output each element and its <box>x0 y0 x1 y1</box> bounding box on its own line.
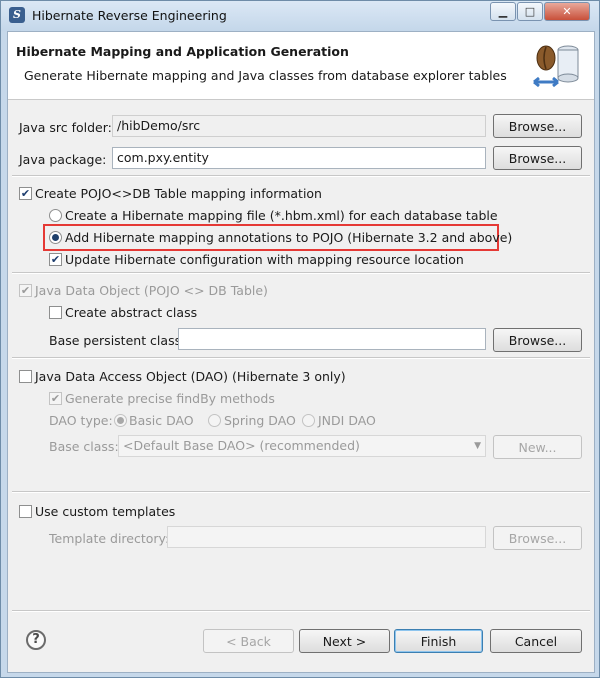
back-button[interactable]: < Back <box>203 629 294 653</box>
jndi-dao-label: JNDI DAO <box>318 413 376 428</box>
dao-base-class-combo[interactable]: <Default Base DAO> (recommended) ▼ <box>118 435 486 457</box>
coffee-database-icon <box>533 45 579 88</box>
finish-button[interactable]: Finish <box>394 629 483 653</box>
cancel-button[interactable]: Cancel <box>490 629 582 653</box>
base-persistent-browse-button[interactable]: Browse... <box>493 328 582 352</box>
banner-title: Hibernate Mapping and Application Genera… <box>16 44 349 59</box>
dialog-window: S Hibernate Reverse Engineering ▁ □ ✕ Hi… <box>0 0 600 678</box>
jdo-label: Java Data Object (POJO <> DB Table) <box>35 283 268 298</box>
update-config-checkbox[interactable]: ✔ <box>49 253 62 266</box>
mapping-label: Create POJO<>DB Table mapping informatio… <box>35 186 322 201</box>
radio-selected-dot <box>117 417 124 424</box>
separator <box>12 610 590 612</box>
dao-new-button[interactable]: New... <box>493 435 582 459</box>
base-persistent-field[interactable] <box>178 328 486 350</box>
custom-templates-label: Use custom templates <box>35 504 176 519</box>
close-button[interactable]: ✕ <box>544 2 590 21</box>
spring-dao-label: Spring DAO <box>224 413 296 428</box>
separator <box>12 272 590 274</box>
dao-type-label: DAO type: <box>49 413 113 428</box>
hbm-file-option-label: Create a Hibernate mapping file (*.hbm.x… <box>65 208 498 223</box>
banner-subtitle: Generate Hibernate mapping and Java clas… <box>24 68 507 83</box>
dialog-client-area: Hibernate Mapping and Application Genera… <box>7 31 595 673</box>
src-folder-label: Java src folder: <box>19 120 112 135</box>
annotations-radio[interactable] <box>49 231 62 244</box>
annotations-option-label: Add Hibernate mapping annotations to POJ… <box>65 230 513 245</box>
separator <box>12 491 590 493</box>
package-browse-button[interactable]: Browse... <box>493 146 582 170</box>
chevron-down-icon: ▼ <box>474 441 481 451</box>
jndi-dao-radio[interactable] <box>302 414 315 427</box>
basic-dao-radio[interactable] <box>114 414 127 427</box>
maximize-button[interactable]: □ <box>517 2 543 21</box>
dao-base-class-label: Base class: <box>49 439 119 454</box>
template-browse-button[interactable]: Browse... <box>493 526 582 550</box>
src-folder-browse-button[interactable]: Browse... <box>493 114 582 138</box>
precise-findby-label: Generate precise findBy methods <box>65 391 275 406</box>
minimize-button[interactable]: ▁ <box>490 2 516 21</box>
app-icon: S <box>9 7 25 23</box>
radio-selected-dot <box>52 234 59 241</box>
base-persistent-label: Base persistent class: <box>49 333 186 348</box>
separator <box>12 357 590 359</box>
dao-base-class-value: <Default Base DAO> (recommended) <box>123 438 360 453</box>
dao-checkbox[interactable] <box>19 370 32 383</box>
help-icon[interactable]: ? <box>26 630 46 650</box>
src-folder-field[interactable]: /hibDemo/src <box>112 115 486 137</box>
spring-dao-radio[interactable] <box>208 414 221 427</box>
update-config-label: Update Hibernate configuration with mapp… <box>65 252 464 267</box>
template-directory-label: Template directory: <box>49 531 170 546</box>
mapping-checkbox[interactable]: ✔ <box>19 187 32 200</box>
abstract-class-label: Create abstract class <box>65 305 198 320</box>
window-title: Hibernate Reverse Engineering <box>32 8 227 23</box>
separator <box>12 175 590 177</box>
wizard-banner: Hibernate Mapping and Application Genera… <box>8 32 594 100</box>
package-label: Java package: <box>19 152 107 167</box>
basic-dao-label: Basic DAO <box>129 413 194 428</box>
precise-findby-checkbox[interactable]: ✔ <box>49 392 62 405</box>
next-button[interactable]: Next > <box>299 629 390 653</box>
hbm-file-radio[interactable] <box>49 209 62 222</box>
package-field[interactable]: com.pxy.entity <box>112 147 486 169</box>
template-directory-field[interactable] <box>167 526 486 548</box>
jdo-checkbox[interactable]: ✔ <box>19 284 32 297</box>
abstract-class-checkbox[interactable] <box>49 306 62 319</box>
custom-templates-checkbox[interactable] <box>19 505 32 518</box>
dao-label: Java Data Access Object (DAO) (Hibernate… <box>35 369 346 384</box>
title-bar: S Hibernate Reverse Engineering ▁ □ ✕ <box>1 1 599 31</box>
